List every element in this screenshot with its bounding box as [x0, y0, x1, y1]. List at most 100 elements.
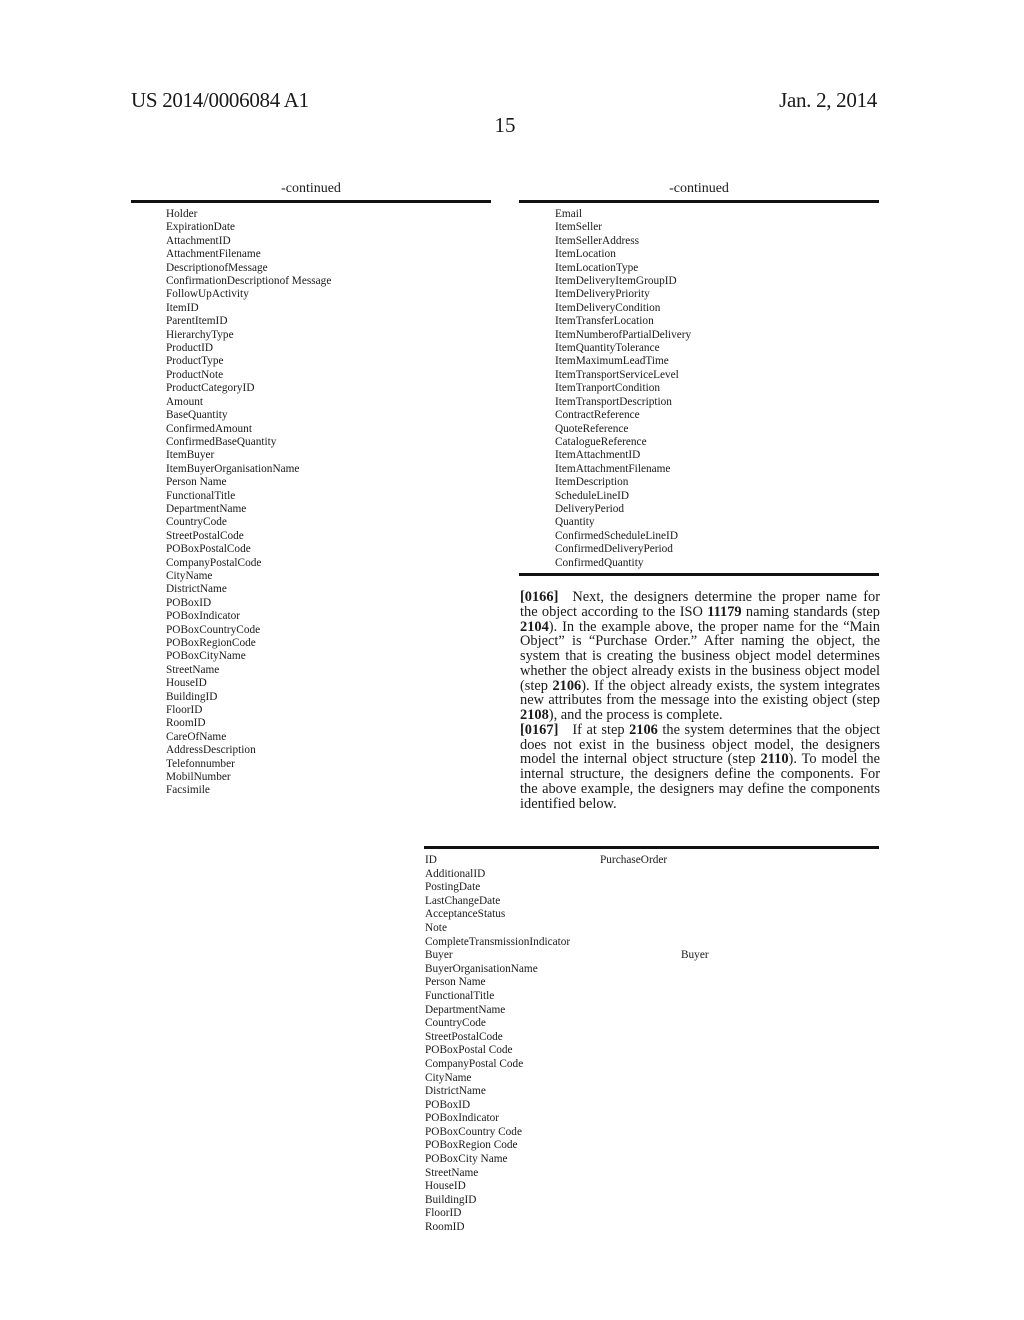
field-item: ConfirmedBaseQuantity	[166, 435, 277, 448]
table-row: FunctionalTitle	[425, 990, 880, 1004]
field-item: ItemAttachmentID	[555, 449, 641, 462]
publication-date: Jan. 2, 2014	[779, 88, 877, 112]
field-item: AttachmentID	[166, 234, 231, 247]
table-row: RoomID	[425, 1221, 880, 1235]
field-item: BuildingID	[166, 690, 218, 703]
field-item: Telefonnumber	[166, 757, 235, 770]
field-item: DescriptionofMessage	[166, 261, 268, 274]
component-name: BuyerOrganisationName	[425, 962, 538, 975]
component-name: BuildingID	[425, 1193, 477, 1206]
field-item: AttachmentFilename	[166, 248, 261, 261]
field-item: Person Name	[166, 476, 227, 489]
field-item: ItemTransferLocation	[555, 315, 654, 328]
component-name: FloorID	[425, 1207, 462, 1220]
table-row: POBoxCity Name	[425, 1153, 880, 1167]
object-name: PurchaseOrder	[600, 854, 668, 866]
field-item: ItemTransportServiceLevel	[555, 368, 679, 381]
field-item: ItemLocation	[555, 248, 616, 261]
field-item: Amount	[166, 395, 204, 408]
field-item: ProductID	[166, 342, 214, 355]
component-name: Person Name	[425, 976, 486, 989]
components-table-top-rule	[424, 846, 879, 849]
reference-numeral: 2104	[520, 618, 549, 635]
component-name: POBoxID	[425, 1098, 471, 1111]
field-item: POBoxIndicator	[166, 610, 241, 623]
field-item: ContractReference	[555, 409, 640, 422]
field-item: ItemLocationType	[555, 261, 639, 274]
component-name: POBoxCity Name	[425, 1153, 508, 1166]
field-item: CatalogueReference	[555, 435, 647, 448]
component-name: LastChangeDate	[425, 894, 501, 907]
component-name: HouseID	[425, 1180, 466, 1193]
field-item: ConfirmedScheduleLineID	[555, 529, 678, 542]
field-item: ItemBuyer	[166, 449, 215, 462]
table-row: BuyerOrganisationName	[425, 963, 880, 977]
field-item: RoomID	[166, 717, 206, 730]
body-text: [0166] Next, the designers determine the …	[520, 590, 880, 811]
field-item: ConfirmedQuantity	[555, 556, 644, 569]
reference-numeral: 2108	[520, 707, 549, 723]
field-item: ItemSeller	[555, 221, 603, 234]
left-field-list: Holder ExpirationDate AttachmentID Attachme…	[166, 208, 331, 798]
component-name: StreetName	[425, 1166, 479, 1179]
components-table: ID PurchaseOrder AdditionalID PostingDate La…	[425, 854, 880, 1235]
paragraph-text: naming standards (step	[741, 603, 880, 620]
field-item: CareOfName	[166, 730, 227, 743]
publication-number: US 2014/0006084 A1	[131, 88, 309, 112]
component-name: FunctionalTitle	[425, 989, 495, 1002]
right-field-list: Email ItemSeller ItemSellerAddress ItemLoca…	[555, 208, 691, 570]
component-name: DepartmentName	[425, 1003, 506, 1016]
table-row: CompanyPostal Code	[425, 1058, 880, 1072]
paragraph-text: If at step	[572, 721, 630, 738]
field-item: ItemTransportDescription	[555, 395, 672, 408]
component-name: POBoxPostal Code	[425, 1044, 513, 1057]
right-table-heading: -continued	[669, 181, 729, 196]
reference-numeral: 11179	[707, 603, 742, 620]
component-name: CountryCode	[425, 1017, 486, 1030]
field-item: ItemTranportCondition	[555, 382, 661, 395]
paragraph-number: [0166]	[520, 589, 559, 605]
field-item: ProductNote	[166, 368, 224, 381]
field-item: ProductType	[166, 355, 224, 368]
field-item: QuoteReference	[555, 422, 629, 435]
field-item: ItemBuyerOrganisationName	[166, 462, 300, 475]
reference-numeral: 2110	[760, 751, 789, 768]
field-item: HouseID	[166, 677, 207, 690]
table-row: Person Name	[425, 976, 880, 990]
table-row: PostingDate	[425, 881, 880, 895]
field-item: Quantity	[555, 516, 595, 529]
left-table-top-rule	[131, 200, 491, 203]
table-row: StreetPostalCode	[425, 1031, 880, 1045]
table-row: Note	[425, 922, 880, 936]
field-item: Facsimile	[166, 784, 210, 797]
table-row: BuildingID	[425, 1194, 880, 1208]
component-name: CityName	[425, 1071, 472, 1084]
field-item: ConfirmedDeliveryPeriod	[555, 543, 673, 556]
paragraph-text: ), and the process is complete.	[548, 707, 723, 723]
field-item: DeliveryPeriod	[555, 502, 625, 515]
component-name: POBoxCountry Code	[425, 1125, 522, 1138]
component-name: POBoxRegion Code	[425, 1139, 518, 1152]
table-row: HouseID	[425, 1180, 880, 1194]
table-row: FloorID	[425, 1207, 880, 1221]
left-table-heading: -continued	[281, 181, 341, 196]
field-item: ScheduleLineID	[555, 489, 630, 502]
field-item: ItemID	[166, 301, 199, 314]
field-item: CountryCode	[166, 516, 227, 529]
field-item: StreetPostalCode	[166, 529, 244, 542]
field-item: POBoxCityName	[166, 650, 246, 663]
field-item: ItemDeliveryCondition	[555, 301, 661, 314]
table-row: POBoxRegion Code	[425, 1139, 880, 1153]
page-number: 15	[494, 113, 516, 137]
component-name: AcceptanceStatus	[425, 908, 506, 921]
component-name: Buyer	[425, 949, 453, 962]
table-row: ID PurchaseOrder	[425, 854, 880, 868]
field-item: FollowUpActivity	[166, 288, 249, 301]
right-table-top-rule	[519, 200, 879, 203]
field-item: ItemDeliveryItemGroupID	[555, 275, 677, 288]
field-item: MobilNumber	[166, 771, 231, 784]
field-item: AddressDescription	[166, 744, 256, 757]
field-item: ProductCategoryID	[166, 382, 255, 395]
table-row: AcceptanceStatus	[425, 908, 880, 922]
table-row: POBoxPostal Code	[425, 1044, 880, 1058]
